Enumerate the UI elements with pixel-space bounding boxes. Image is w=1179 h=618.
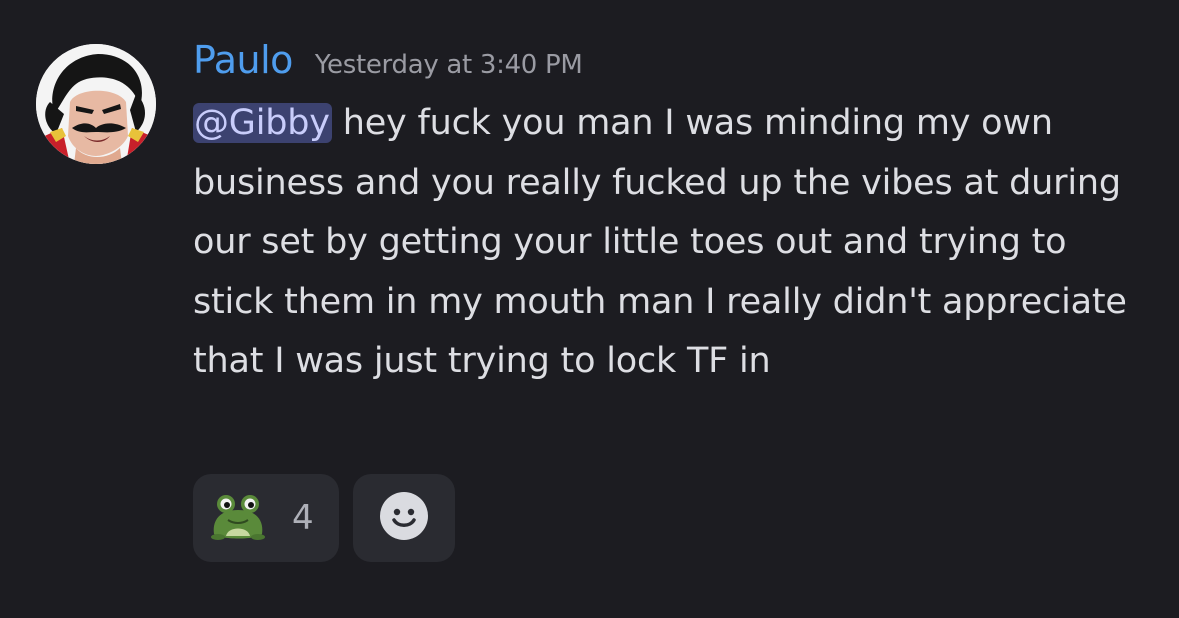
frog-emoji-icon bbox=[208, 490, 268, 546]
smiley-icon bbox=[379, 491, 429, 545]
reaction-button[interactable]: 4 bbox=[193, 474, 339, 562]
message-header: Paulo Yesterday at 3:40 PM bbox=[193, 38, 583, 82]
user-mention[interactable]: @Gibby bbox=[193, 103, 332, 143]
author-name[interactable]: Paulo bbox=[193, 38, 293, 82]
add-reaction-button[interactable] bbox=[353, 474, 455, 562]
reactions-bar: 4 bbox=[193, 474, 455, 562]
message-timestamp: Yesterday at 3:40 PM bbox=[314, 50, 583, 80]
reaction-count: 4 bbox=[292, 498, 314, 538]
chat-message: Paulo Yesterday at 3:40 PM @Gibby hey fu… bbox=[0, 0, 1179, 618]
avatar[interactable] bbox=[36, 44, 156, 164]
message-content: @Gibby hey fuck you man I was minding my… bbox=[193, 94, 1133, 392]
message-text: hey fuck you man I was minding my own bu… bbox=[193, 103, 1127, 381]
